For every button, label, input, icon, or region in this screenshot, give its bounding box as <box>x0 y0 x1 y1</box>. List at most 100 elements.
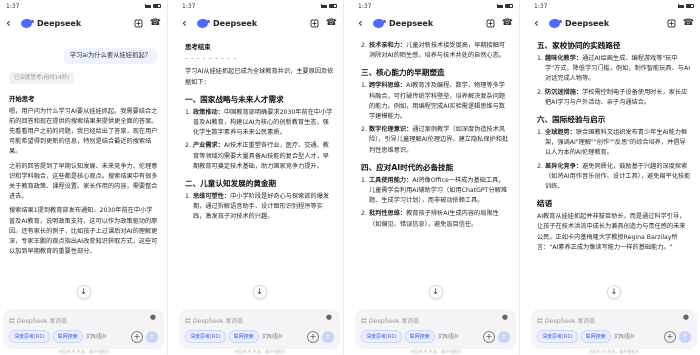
section-list: 1. 全球趋势：联合国教科文组织发布青少年生AI能力框架，强调AI"理解""创作"… <box>537 128 691 192</box>
chat-content: 学习ai为什么要从娃娃抓起？ 已深度思考(用时14秒) 开始思考 嗯，用户问为什… <box>0 34 167 257</box>
deep-think-toggle[interactable]: 深度思考(R1) <box>9 330 50 343</box>
deep-think-toggle[interactable]: 深度思考(R1) <box>185 330 226 343</box>
app-title: Deepseek <box>37 18 82 28</box>
back-arrow-icon[interactable]: ‹ <box>6 17 16 29</box>
message-placeholder: 给 DeepSeek 发消息 <box>185 317 244 325</box>
footer-note: 内容由 AI 生成，请仔细甄别 <box>234 349 285 354</box>
app-title: Deepseek <box>389 18 434 28</box>
thinking-paragraph: 嗯，用户问为什么学习AI要从娃娃抓起。我需要结合之前的回答和现在提供的搜索结果来… <box>9 107 158 156</box>
scroll-down-icon[interactable]: ↓ <box>76 285 91 299</box>
conclusion-paragraph: AI教育从娃娃抓起并非拔苗助长，而是通过科学引导，让孩子在技术洪流中成长为兼具创… <box>537 213 686 251</box>
new-chat-icon[interactable] <box>310 18 320 28</box>
composer: 给 DeepSeek 发消息 ● 深度思考(R1) 联网搜索 文档/图片 + ↑ <box>355 309 516 349</box>
microphone-icon[interactable]: ● <box>683 313 689 321</box>
send-icon[interactable]: ↑ <box>146 330 158 343</box>
footer-note: 内容由 AI 生成，请仔细甄别 <box>588 349 640 354</box>
thinking-paragraph: 之前的回答提到了早期认知发展、未来竞争力、伦理意识和学科融合，这些都是核心观点。… <box>9 162 158 201</box>
signal-icon <box>321 4 327 8</box>
send-icon[interactable]: ↑ <box>322 330 334 343</box>
thinking-paragraph: 搜索结果1提到教育部发布通知，2030年前在中小学普及AI教育，说明政策支持，这… <box>9 207 158 256</box>
back-arrow-icon[interactable]: ‹ <box>534 17 544 29</box>
app-title: Deepseek <box>213 18 258 28</box>
list-item: 1. 全球趋势：联合国教科文组织发布青少年生AI能力框架，强调AI"理解""创作"… <box>537 129 688 157</box>
list-item: 2. 差异化竞争：避免同质化，鼓励基于兴趣的深度探索（如将AI用作音乐创作、设计工… <box>537 162 691 191</box>
thinking-status[interactable]: 已深度思考(用时14秒) <box>9 72 75 85</box>
section-list: 1. 思维可塑性：中小学阶段是好奇心与探索欲的爆发期，通过拆解语音助手、设计图形识… <box>185 192 334 223</box>
scroll-down-icon[interactable]: ↓ <box>428 285 443 299</box>
section-list: 2. 技术亲和力：儿童对新技术接受度高，早期接触可消除对AI的陌生感，培养与技术共… <box>361 41 510 61</box>
battery-icon <box>686 4 694 8</box>
message-input[interactable]: 给 DeepSeek 发消息 <box>9 314 129 326</box>
send-icon[interactable]: ↑ <box>498 330 510 343</box>
deepseek-logo-icon <box>373 18 386 28</box>
deepseek-logo-icon <box>21 18 34 28</box>
attachment-label: 文档/图片 <box>437 334 460 340</box>
screen-2: 1:37 ‹ Deepseek ☎ 思考结束 - - - - - - - - -… <box>176 0 344 355</box>
back-arrow-icon[interactable]: ‹ <box>358 17 368 29</box>
app-title: Deepseek <box>565 18 610 28</box>
attachment-label: 文档/图片 <box>85 334 108 340</box>
plus-icon[interactable]: + <box>664 330 676 343</box>
back-arrow-icon[interactable]: ‹ <box>182 17 192 29</box>
list-item: 2. 产业需求：AI技术正重塑各行业，医疗、交通、教育等领域均需要大量具备AI技能… <box>185 142 329 170</box>
call-icon[interactable]: ☎ <box>150 18 161 28</box>
thinking-end-heading: 思考结束 <box>185 43 211 51</box>
list-item: 1. 趣味化教学：通过AI绘画生成、编程游戏等"玩中学"方式，降低学习门槛，例如，… <box>537 55 691 83</box>
microphone-icon[interactable]: ● <box>326 313 332 321</box>
message-input[interactable]: 给 DeepSeek 发消息 <box>361 314 481 326</box>
list-item: 2. 批判性思维：教育孩子辨析AI生成内容的局限性（如偏见、错误信息），避免盲目信… <box>361 210 499 228</box>
section-heading: 三、核心能力的早期塑造 <box>361 68 445 78</box>
web-search-toggle[interactable]: 联网搜索 <box>404 330 435 343</box>
deepseek-logo-icon <box>549 18 562 28</box>
call-icon[interactable]: ☎ <box>502 18 513 28</box>
section-heading: 一、国家战略与未来人才需求 <box>185 94 284 104</box>
message-placeholder: 给 DeepSeek 发消息 <box>361 317 420 325</box>
new-chat-icon[interactable] <box>134 18 144 28</box>
call-icon[interactable]: ☎ <box>683 18 694 28</box>
send-icon[interactable]: ↑ <box>679 330 691 343</box>
new-chat-icon[interactable] <box>667 18 677 28</box>
status-time: 1:37 <box>6 2 20 10</box>
status-icons <box>321 4 337 8</box>
message-placeholder: 给 DeepSeek 发消息 <box>537 317 596 325</box>
plus-icon[interactable]: + <box>131 330 143 343</box>
status-time: 1:37 <box>182 2 196 10</box>
deep-think-toggle[interactable]: 深度思考(R1) <box>361 330 402 343</box>
section-list: 1. 跨学科思维：AI教育涉及编程、数学、物理等多学科融合，可打破传统学科壁垒，培… <box>361 81 510 155</box>
list-item: 2. 技术亲和力：儿童对新技术接受度高，早期接触可消除对AI的陌生感，培养与技术共… <box>361 42 506 60</box>
section-heading: 六、国际经验与启示 <box>537 115 606 125</box>
list-item: 2. 数字伦理意识：通过案例教学（如深度伪造技术风险），引导儿童理解AI伦理边界，… <box>361 126 509 154</box>
status-icons <box>145 4 161 8</box>
status-bar: 1:37 <box>176 0 343 12</box>
message-input[interactable]: 给 DeepSeek 发消息 <box>185 314 305 326</box>
new-chat-icon[interactable] <box>486 18 496 28</box>
web-search-toggle[interactable]: 联网搜索 <box>52 330 83 343</box>
deep-think-toggle[interactable]: 深度思考(R1) <box>537 330 578 343</box>
status-time: 1:37 <box>358 2 372 10</box>
microphone-icon[interactable]: ● <box>502 313 508 321</box>
list-item: 1. 跨学科思维：AI教育涉及编程、数学、物理等多学科融合，可打破传统学科壁垒，培… <box>361 82 506 121</box>
chat-content: 五、家校协同的实践路径 1. 趣味化教学：通过AI绘画生成、编程游戏等"玩中学"方… <box>528 34 700 253</box>
composer: 给 DeepSeek 发消息 ● 深度思考(R1) 联网搜索 文档/图片 + ↑ <box>3 309 164 349</box>
plus-icon[interactable]: + <box>307 330 319 343</box>
section-heading: 二、儿童认知发展的黄金期 <box>185 179 277 189</box>
attachment-label: 文档/图片 <box>261 334 284 340</box>
top-bar: ‹ Deepseek ☎ <box>176 12 343 34</box>
conclusion-heading: 结语 <box>537 199 553 209</box>
status-bar: 1:37 <box>0 0 167 12</box>
status-bar: 1:37 <box>352 0 519 12</box>
screen-4: 1:37 ‹ Deepseek ☎ 五、家校协同的实践路径 1. 趣味化教学：通过… <box>528 0 700 355</box>
message-input[interactable]: 给 DeepSeek 发消息 <box>537 314 657 326</box>
attachment-label: 文档/图片 <box>613 334 636 340</box>
scroll-down-icon[interactable]: ↓ <box>607 285 621 299</box>
plus-icon[interactable]: + <box>483 330 495 343</box>
signal-icon <box>678 4 684 8</box>
microphone-icon[interactable]: ● <box>150 313 156 321</box>
call-icon[interactable]: ☎ <box>326 18 337 28</box>
web-search-toggle[interactable]: 联网搜索 <box>580 330 611 343</box>
battery-icon <box>329 4 337 8</box>
web-search-toggle[interactable]: 联网搜索 <box>228 330 259 343</box>
scroll-down-icon[interactable]: ↓ <box>252 285 267 299</box>
intro-paragraph: 学习AI从娃娃抓起已成为全球教育共识，主要原因及依据如下： <box>185 68 334 86</box>
signal-icon <box>497 4 503 8</box>
